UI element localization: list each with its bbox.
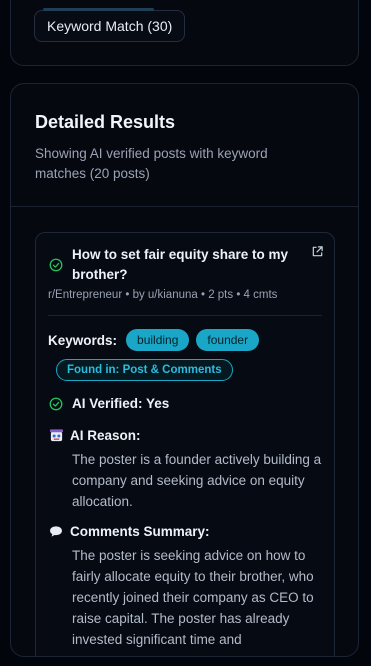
found-in-badge: Found in: Post & Comments: [56, 359, 233, 381]
ai-reason-label: AI Reason:: [70, 428, 141, 443]
keywords-label: Keywords:: [48, 332, 118, 348]
comments-summary-text: The poster is seeking advice on how to f…: [72, 548, 314, 647]
tab-keyword-match[interactable]: Keyword Match (30): [34, 8, 186, 42]
ai-reason-header: AI Reason:: [48, 427, 308, 445]
post-title[interactable]: How to set fair equity share to my broth…: [72, 245, 302, 285]
speech-bubble-icon: [50, 526, 62, 537]
external-link-icon[interactable]: [311, 245, 324, 258]
keyword-pill: building: [126, 329, 190, 351]
keywords-row: Keywords: building founder: [48, 329, 260, 351]
results-title: Detailed Results: [35, 112, 176, 132]
divider: [11, 206, 358, 207]
post-card: How to set fair equity share to my broth…: [35, 232, 335, 656]
check-circle-icon: [49, 397, 63, 411]
comments-summary-header: Comments Summary:: [48, 523, 308, 541]
post-meta: r/Entrepreneur • by u/kianuna • 2 pts • …: [48, 289, 278, 301]
scroll-fade: [36, 651, 334, 656]
ai-verified-row: AI Verified: Yes: [48, 395, 248, 413]
comments-summary-label: Comments Summary:: [70, 524, 210, 539]
ai-verified-text: AI Verified: Yes: [72, 396, 170, 411]
check-circle-icon: [49, 258, 63, 272]
results-subtitle: Showing AI verified posts with keyword m…: [35, 146, 268, 181]
divider: [48, 315, 322, 316]
robot-icon: [49, 429, 64, 442]
ai-reason-text: The poster is a founder actively buildin…: [72, 452, 322, 509]
detailed-results-card: Detailed Results Showing AI verified pos…: [10, 83, 359, 657]
keyword-pill: founder: [196, 329, 260, 351]
